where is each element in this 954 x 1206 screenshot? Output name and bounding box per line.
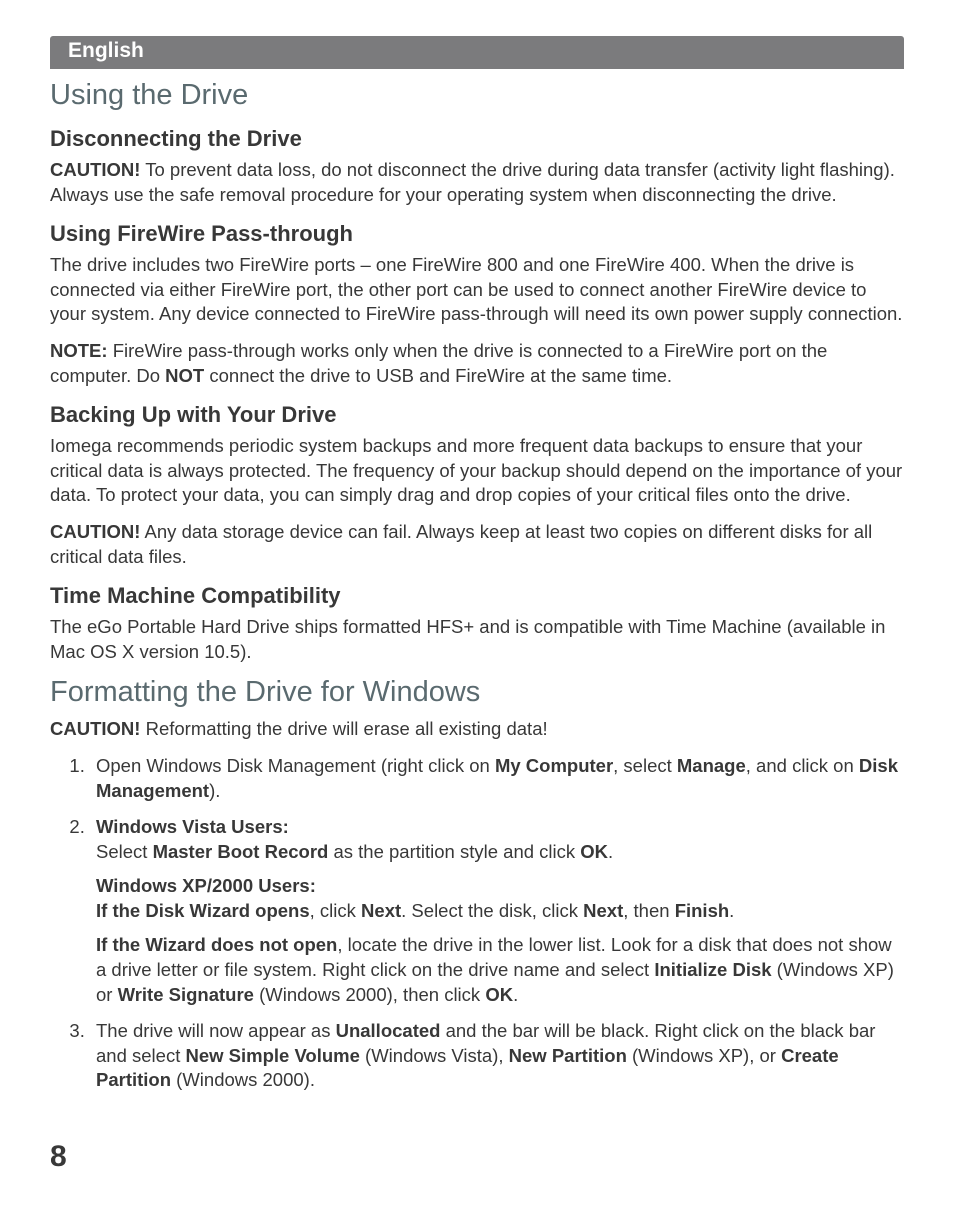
caution-label: CAUTION! (50, 521, 140, 542)
step2-xp-opens-e: Next (583, 900, 623, 921)
step2-vista-c: as the partition style and click (328, 841, 580, 862)
note-label: NOTE: (50, 340, 108, 361)
sub3-caution: CAUTION! Any data storage device can fai… (50, 520, 904, 569)
step1-c: , select (613, 755, 677, 776)
note-tail: connect the drive to USB and FireWire at… (204, 365, 672, 386)
step-2: Windows Vista Users: Select Master Boot … (90, 815, 904, 1007)
page-number: 8 (50, 1140, 67, 1174)
page-content: English Using the Drive Disconnecting th… (0, 0, 954, 1093)
step2-vista-d: OK (580, 841, 608, 862)
step2-xp-opens-h: . (729, 900, 734, 921)
sub1-heading: Disconnecting the Drive (50, 126, 904, 152)
section1-title: Using the Drive (50, 79, 904, 112)
sub2-note: NOTE: FireWire pass-through works only w… (50, 339, 904, 388)
step2-vista-e: . (608, 841, 613, 862)
section2-title: Formatting the Drive for Windows (50, 676, 904, 709)
sub2-p1: The drive includes two FireWire ports – … (50, 253, 904, 327)
step2-vista-a: Select (96, 841, 153, 862)
sub3-p1: Iomega recommends periodic system backup… (50, 434, 904, 508)
step2-xp-block: Windows XP/2000 Users: If the Disk Wizar… (96, 874, 904, 923)
note-not: NOT (165, 365, 204, 386)
section2-caution: CAUTION! Reformatting the drive will era… (50, 717, 904, 742)
step3-b: Unallocated (336, 1020, 441, 1041)
language-label: English (68, 39, 144, 62)
caution-label: CAUTION! (50, 718, 140, 739)
step1-e: , and click on (746, 755, 859, 776)
step1-d: Manage (677, 755, 746, 776)
step3-a: The drive will now appear as (96, 1020, 336, 1041)
sub1-caution: CAUTION! To prevent data loss, do not di… (50, 158, 904, 207)
step3-e: (Windows Vista), (360, 1045, 509, 1066)
step1-b: My Computer (495, 755, 613, 776)
step2-vista-label: Windows Vista Users: (96, 816, 289, 837)
step3-g: (Windows XP), or (627, 1045, 781, 1066)
steps-list: Open Windows Disk Management (right clic… (90, 754, 904, 1093)
step3-f: New Partition (509, 1045, 627, 1066)
step2-xp-opens-b: , click (310, 900, 361, 921)
step2-xp-noopen-f: (Windows 2000), then click (254, 984, 485, 1005)
step2-xp-noopen-block: If the Wizard does not open, locate the … (96, 933, 904, 1007)
step2-xp-noopen-e: Write Signature (118, 984, 254, 1005)
sub3-heading: Backing Up with Your Drive (50, 402, 904, 428)
sub4-p1: The eGo Portable Hard Drive ships format… (50, 615, 904, 664)
step2-xp-noopen-a: If the Wizard does not open (96, 934, 337, 955)
step2-vista-b: Master Boot Record (153, 841, 329, 862)
language-bar: English (50, 36, 904, 69)
step2-xp-opens-f: , then (623, 900, 674, 921)
sub4-heading: Time Machine Compatibility (50, 583, 904, 609)
step3-d: New Simple Volume (185, 1045, 359, 1066)
caution-text: To prevent data loss, do not disconnect … (50, 159, 895, 205)
step2-xp-noopen-h: . (513, 984, 518, 1005)
step-1: Open Windows Disk Management (right clic… (90, 754, 904, 803)
step1-a: Open Windows Disk Management (right clic… (96, 755, 495, 776)
step2-xp-noopen-g: OK (485, 984, 513, 1005)
step2-xp-opens-c: Next (361, 900, 401, 921)
caution-label: CAUTION! (50, 159, 140, 180)
sub2-heading: Using FireWire Pass-through (50, 221, 904, 247)
step3-i: (Windows 2000). (171, 1069, 315, 1090)
step2-xp-opens-g: Finish (675, 900, 729, 921)
caution-text: Any data storage device can fail. Always… (50, 521, 872, 567)
step-3: The drive will now appear as Unallocated… (90, 1019, 904, 1093)
step2-xp-opens-d: . Select the disk, click (401, 900, 583, 921)
step2-xp-label: Windows XP/2000 Users: (96, 875, 316, 896)
step2-xp-opens-a: If the Disk Wizard opens (96, 900, 310, 921)
step2-xp-noopen-c: Initialize Disk (654, 959, 771, 980)
caution-text: Reformatting the drive will erase all ex… (140, 718, 547, 739)
step1-g: ). (209, 780, 220, 801)
